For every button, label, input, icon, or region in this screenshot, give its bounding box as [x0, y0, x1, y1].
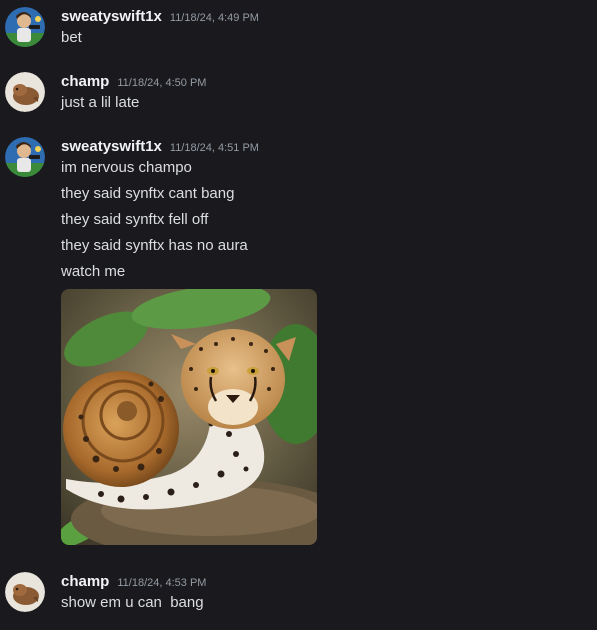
message-header: champ 11/18/24, 4:50 PM [61, 73, 206, 93]
avatar-champ[interactable] [5, 72, 45, 112]
message-text: bet [61, 29, 82, 46]
message-text: watch me [61, 263, 126, 280]
message-text: they said synftx has no aura [61, 237, 248, 254]
username[interactable]: champ [61, 573, 109, 590]
chat-message-list: sweatyswift1x 11/18/24, 4:49 PM bet cham… [0, 0, 597, 630]
username[interactable]: sweatyswift1x [61, 8, 162, 25]
timestamp: 11/18/24, 4:49 PM [169, 12, 259, 24]
message-text: they said synftx cant bang [61, 185, 235, 202]
timestamp: 11/18/24, 4:50 PM [117, 77, 207, 89]
message-text: im nervous champo [61, 159, 192, 176]
image-attachment[interactable] [61, 289, 317, 545]
username[interactable]: sweatyswift1x [61, 138, 162, 155]
cheetah-snail-image [61, 289, 317, 545]
message-header: champ 11/18/24, 4:53 PM [61, 573, 206, 593]
avatar-sweatyswift1x[interactable] [5, 7, 45, 47]
message-text: they said synftx fell off [61, 211, 209, 228]
message-header: sweatyswift1x 11/18/24, 4:49 PM [61, 8, 259, 28]
timestamp: 11/18/24, 4:51 PM [169, 142, 259, 154]
timestamp: 11/18/24, 4:53 PM [117, 577, 207, 589]
message-header: sweatyswift1x 11/18/24, 4:51 PM [61, 138, 259, 158]
message-text: just a lil late [61, 94, 140, 111]
avatar-champ[interactable] [5, 572, 45, 612]
message-text: show em u can bang [61, 594, 204, 611]
username[interactable]: champ [61, 73, 109, 90]
avatar-sweatyswift1x[interactable] [5, 137, 45, 177]
